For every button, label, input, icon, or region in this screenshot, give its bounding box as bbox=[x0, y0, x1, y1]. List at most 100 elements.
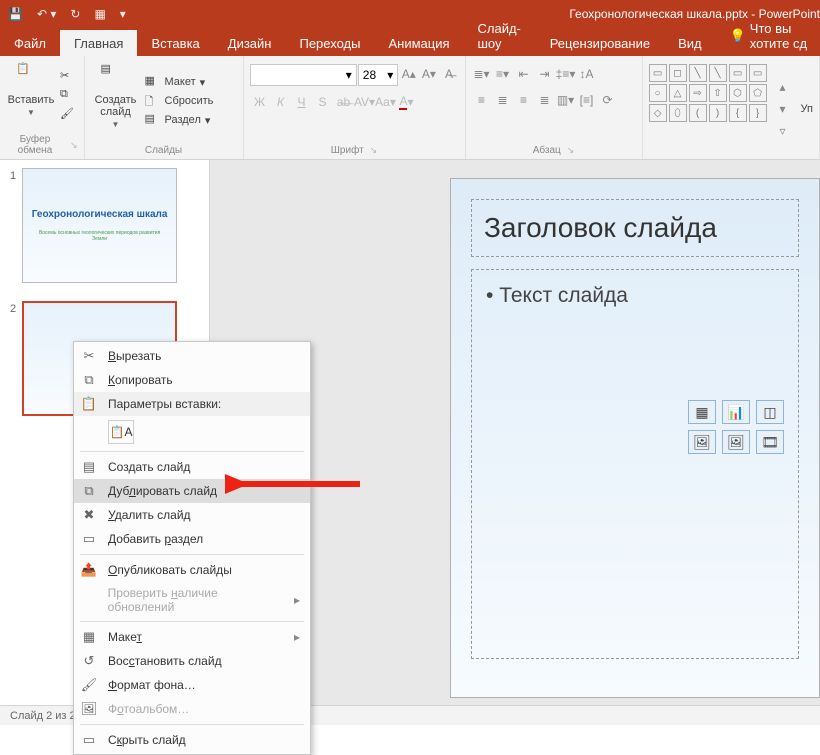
video-icon[interactable]: 🎞 bbox=[756, 430, 784, 454]
increase-indent-button[interactable]: ⇥ bbox=[535, 64, 555, 84]
ctx-add-section[interactable]: ▭Добавить раздел bbox=[74, 527, 310, 551]
columns-button[interactable]: ▥▾ bbox=[556, 90, 576, 110]
tab-transitions[interactable]: Переходы bbox=[285, 30, 374, 56]
tab-insert[interactable]: Вставка bbox=[137, 30, 213, 56]
clear-format-button[interactable]: A̶ bbox=[439, 64, 458, 84]
help-label: Что вы хотите сд bbox=[750, 21, 810, 51]
gallery-up-button[interactable]: ▴ bbox=[773, 77, 793, 97]
copy-button[interactable]: ⧉ bbox=[60, 88, 76, 104]
separator bbox=[80, 621, 304, 622]
italic-button[interactable]: К bbox=[271, 92, 291, 112]
reset-label: Сбросить bbox=[165, 95, 214, 107]
align-center-button[interactable]: ≣ bbox=[493, 90, 513, 110]
ribbon: 📋 Вставить ▼ ✂ ⧉ 🖌 Буфер обмена ↘ ▤ Созда… bbox=[0, 56, 820, 160]
separator bbox=[80, 554, 304, 555]
section-icon: ▤ bbox=[145, 112, 161, 128]
smartart-icon[interactable]: ◫ bbox=[756, 400, 784, 424]
shapes-gallery[interactable]: ▭◻╲╲▭▭ ○△⇨⇧⬡⬠ ◇⬯(){} bbox=[649, 64, 767, 153]
tab-file[interactable]: Файл bbox=[0, 30, 60, 56]
cut-button[interactable]: ✂ bbox=[60, 69, 76, 85]
undo-icon[interactable]: ↶ ▾ bbox=[37, 7, 56, 21]
brush-icon: 🖌 bbox=[60, 107, 76, 123]
shrink-font-button[interactable]: A▾ bbox=[419, 64, 438, 84]
ctx-copy[interactable]: ⧉Копировать bbox=[74, 368, 310, 392]
strike-button[interactable]: a̶b̶ bbox=[334, 92, 354, 112]
gallery-down-button[interactable]: ▾ bbox=[773, 99, 793, 119]
numbering-button[interactable]: ≡▾ bbox=[493, 64, 513, 84]
tab-home[interactable]: Главная bbox=[60, 30, 137, 56]
align-left-button[interactable]: ≡ bbox=[472, 90, 492, 110]
tab-review[interactable]: Рецензирование bbox=[536, 30, 664, 56]
section-button[interactable]: ▤Раздел ▾ bbox=[145, 112, 237, 128]
ctx-paste-header: 📋Параметры вставки: bbox=[74, 392, 310, 416]
new-slide-button[interactable]: ▤ Создать слайд ▼ bbox=[91, 60, 141, 142]
chevron-down-icon: ▼ bbox=[112, 120, 120, 129]
launcher-icon[interactable]: ↘ bbox=[70, 140, 78, 151]
font-size-combo[interactable]: 28▾ bbox=[358, 64, 399, 86]
bold-button[interactable]: Ж bbox=[250, 92, 270, 112]
ctx-format-background[interactable]: 🖌Формат фона… bbox=[74, 673, 310, 697]
paste-keep-formatting-icon[interactable]: 📋A bbox=[108, 420, 134, 444]
group-clipboard-label: Буфер обмена bbox=[6, 134, 64, 156]
group-para-label: Абзац bbox=[533, 145, 561, 156]
new-slide-icon: ▤ bbox=[101, 62, 131, 92]
slide-body-placeholder[interactable]: Текст слайда ▦ 📊 ◫ 🖼 🖼 🎞 bbox=[471, 269, 799, 659]
ctx-paste-header-label: Параметры вставки: bbox=[108, 397, 221, 411]
case-button[interactable]: Aa▾ bbox=[376, 92, 396, 112]
justify-button[interactable]: ≣ bbox=[535, 90, 555, 110]
smartart-button[interactable]: ⟳ bbox=[598, 90, 618, 110]
group-slides-label: Слайды bbox=[145, 145, 182, 156]
shadow-button[interactable]: S bbox=[313, 92, 333, 112]
picture-icon[interactable]: 🖼 bbox=[688, 430, 716, 454]
font-size-value: 28 bbox=[363, 68, 376, 82]
tab-help[interactable]: 💡Что вы хотите сд bbox=[716, 15, 820, 56]
tab-view[interactable]: Вид bbox=[664, 30, 716, 56]
underline-button[interactable]: Ч bbox=[292, 92, 312, 112]
layout-button[interactable]: ▦Макет ▾ bbox=[145, 74, 237, 90]
gallery-more-button[interactable]: ▿ bbox=[773, 121, 793, 141]
save-icon[interactable]: 💾 bbox=[8, 7, 23, 21]
ctx-delete-slide[interactable]: ✖Удалить слайд bbox=[74, 503, 310, 527]
group-font: ▾ 28▾ A▴ A▾ A̶ Ж К Ч S a̶b̶ AV▾ Aa▾ A▾ Ш… bbox=[244, 56, 466, 159]
line-spacing-button[interactable]: ‡≡▾ bbox=[556, 64, 576, 84]
slide-thumb-1[interactable]: Геохронологическая шкала Восемь основных… bbox=[22, 168, 177, 283]
copy-icon: ⧉ bbox=[80, 372, 98, 388]
slide-body-text: Текст слайда bbox=[499, 284, 628, 307]
start-slideshow-icon[interactable]: ▦ bbox=[94, 7, 105, 21]
launcher-icon[interactable]: ↘ bbox=[370, 145, 378, 156]
launcher-icon[interactable]: ↘ bbox=[567, 145, 575, 156]
format-painter-button[interactable]: 🖌 bbox=[60, 107, 76, 123]
tab-design[interactable]: Дизайн bbox=[214, 30, 286, 56]
chart-icon[interactable]: 📊 bbox=[722, 400, 750, 424]
ctx-layout[interactable]: ▦Макет▸ bbox=[74, 625, 310, 649]
font-color-button[interactable]: A▾ bbox=[397, 92, 417, 112]
arrange-label: Уп bbox=[801, 103, 813, 115]
ctx-cut[interactable]: ✂Вырезать bbox=[74, 344, 310, 368]
annotation-arrow bbox=[225, 469, 365, 499]
photo-icon: 🖼 bbox=[80, 701, 98, 717]
slide-title-placeholder[interactable]: Заголовок слайда bbox=[471, 199, 799, 257]
decrease-indent-button[interactable]: ⇤ bbox=[514, 64, 534, 84]
reset-button[interactable]: 🗋Сбросить bbox=[145, 93, 237, 109]
font-name-combo[interactable]: ▾ bbox=[250, 64, 357, 86]
tab-slideshow[interactable]: Слайд-шоу bbox=[464, 15, 536, 56]
text-direction-button[interactable]: ↕A bbox=[577, 64, 597, 84]
table-icon[interactable]: ▦ bbox=[688, 400, 716, 424]
align-text-button[interactable]: [≡] bbox=[577, 90, 597, 110]
bullets-button[interactable]: ≣▾ bbox=[472, 64, 492, 84]
copy-icon: ⧉ bbox=[60, 88, 76, 104]
current-slide[interactable]: Заголовок слайда Текст слайда ▦ 📊 ◫ 🖼 🖼 … bbox=[450, 178, 820, 698]
tab-animations[interactable]: Анимация bbox=[374, 30, 463, 56]
ctx-hide-slide[interactable]: ▭Скрыть слайд bbox=[74, 728, 310, 752]
redo-icon[interactable]: ↻ bbox=[70, 7, 80, 21]
ctx-publish-slides[interactable]: 📤Опубликовать слайды bbox=[74, 558, 310, 582]
format-bg-icon: 🖌 bbox=[80, 677, 98, 693]
spacing-button[interactable]: AV▾ bbox=[355, 92, 375, 112]
align-right-button[interactable]: ≡ bbox=[514, 90, 534, 110]
slide-counter[interactable]: Слайд 2 из 2 bbox=[10, 710, 76, 722]
grow-font-button[interactable]: A▴ bbox=[399, 64, 418, 84]
paste-button[interactable]: 📋 Вставить ▼ bbox=[6, 60, 56, 131]
qat-customize-icon[interactable]: ▾ bbox=[120, 7, 126, 21]
ctx-restore-slide[interactable]: ↺Восстановить слайд bbox=[74, 649, 310, 673]
online-picture-icon[interactable]: 🖼 bbox=[722, 430, 750, 454]
